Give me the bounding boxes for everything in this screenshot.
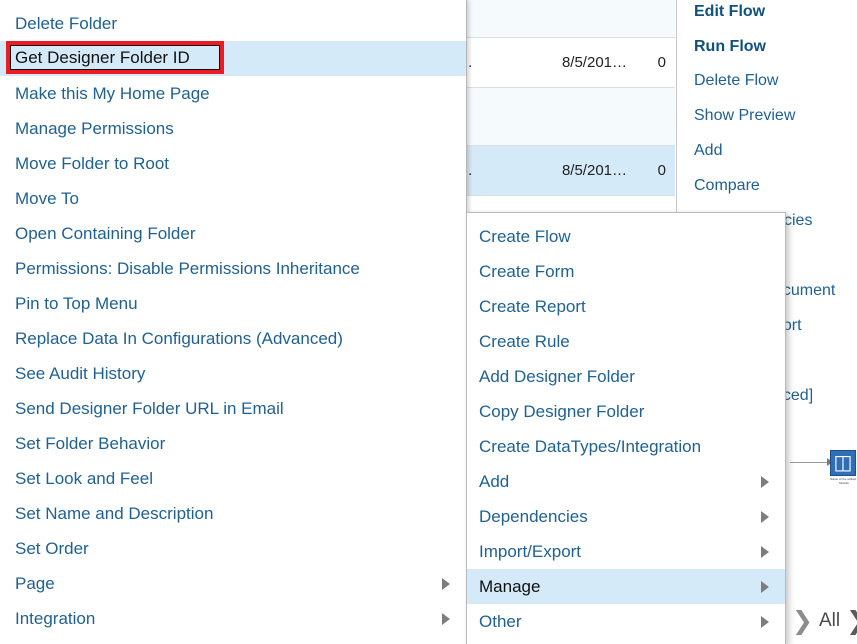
table-row[interactable] xyxy=(460,0,675,38)
annotated-menu-item-label: Get Designer Folder ID xyxy=(15,48,190,67)
menu-item-label: Permissions: Disable Permissions Inherit… xyxy=(15,258,360,278)
cube-icon: ◫ Name of the artifact / Module xyxy=(830,450,857,485)
flow-action-clipped[interactable]: cies xyxy=(784,212,812,230)
menu-item-dependencies[interactable]: Dependencies xyxy=(467,499,785,534)
menu-item-page[interactable]: Page xyxy=(0,566,466,601)
flow-action-add[interactable]: Add xyxy=(694,142,722,160)
submenu-arrow-icon xyxy=(442,577,450,590)
menu-item-send-designer-folder-url-in-email[interactable]: Send Designer Folder URL in Email xyxy=(0,391,466,426)
diagram-connector-line xyxy=(790,462,830,463)
menu-item-label: Manage xyxy=(479,576,541,596)
menu-item-set-folder-behavior[interactable]: Set Folder Behavior xyxy=(0,426,466,461)
menu-item-label: Copy Designer Folder xyxy=(479,401,645,421)
submenu-arrow-icon xyxy=(761,615,769,628)
pager-all-label[interactable]: All xyxy=(819,610,840,632)
menu-item-permissions-disable-permissions-inheritance[interactable]: Permissions: Disable Permissions Inherit… xyxy=(0,251,466,286)
flow-action-run-flow[interactable]: Run Flow xyxy=(694,38,766,56)
menu-item-label: Integration xyxy=(15,608,96,628)
menu-item-label: Move To xyxy=(15,188,79,208)
menu-item-set-name-and-description[interactable]: Set Name and Description xyxy=(0,496,466,531)
menu-item-make-this-my-home-page[interactable]: Make this My Home Page xyxy=(0,76,466,111)
menu-item-label: Create Form xyxy=(479,261,575,281)
menu-item-label: Set Look and Feel xyxy=(15,468,153,488)
menu-item-label: Add Designer Folder xyxy=(479,366,635,386)
menu-item-create-form[interactable]: Create Form xyxy=(467,254,785,289)
menu-item-label: Set Name and Description xyxy=(15,503,214,523)
cell-count: 0 xyxy=(657,162,666,179)
menu-item-create-flow[interactable]: Create Flow xyxy=(467,219,785,254)
menu-item-label: Delete Folder xyxy=(15,13,118,33)
menu-item-label: Create DataTypes/Integration xyxy=(479,436,702,456)
menu-item-manage[interactable]: Manage xyxy=(467,569,785,604)
chevron-right-icon[interactable]: ❯ xyxy=(792,608,813,633)
flow-action-compare[interactable]: Compare xyxy=(694,177,760,195)
menu-item-delete-folder[interactable]: Delete Folder xyxy=(0,6,466,41)
menu-item-label: Replace Data In Configurations (Advanced… xyxy=(15,328,343,348)
pager[interactable]: ❯ All ❯ xyxy=(792,608,857,633)
menu-item-add-designer-folder[interactable]: Add Designer Folder xyxy=(467,359,785,394)
menu-item-label: Create Rule xyxy=(479,331,570,351)
flow-action-show-preview[interactable]: Show Preview xyxy=(694,107,795,125)
cell-count: 0 xyxy=(657,54,666,71)
flow-action-edit-flow[interactable]: Edit Flow xyxy=(694,3,765,21)
menu-item-label: Move Folder to Root xyxy=(15,153,170,173)
cell-date: 8/5/201… xyxy=(561,162,627,179)
menu-item-set-look-and-feel[interactable]: Set Look and Feel xyxy=(0,461,466,496)
menu-item-import-export[interactable]: Import/Export xyxy=(467,534,785,569)
menu-item-label: Manage Permissions xyxy=(15,118,174,138)
menu-item-label: Make this My Home Page xyxy=(15,83,210,103)
submenu-arrow-icon xyxy=(761,545,769,558)
cube-glyph: ◫ xyxy=(833,452,853,474)
menu-item-replace-data-in-configurations-advanced[interactable]: Replace Data In Configurations (Advanced… xyxy=(0,321,466,356)
menu-item-see-audit-history[interactable]: See Audit History xyxy=(0,356,466,391)
menu-item-copy-designer-folder[interactable]: Copy Designer Folder xyxy=(467,394,785,429)
table-row[interactable] xyxy=(460,88,675,146)
menu-item-move-to[interactable]: Move To xyxy=(0,181,466,216)
submenu-arrow-icon xyxy=(761,475,769,488)
menu-item-label: See Audit History xyxy=(15,363,146,383)
data-grid: .. 8/5/201… 0.. 8/5/201… 0 xyxy=(460,0,675,215)
cell-date: 8/5/201… xyxy=(561,54,627,71)
menu-item-label: Create Report xyxy=(479,296,586,316)
menu-item-label: Open Containing Folder xyxy=(15,223,196,243)
cube-icon-caption: Name of the artifact / Module xyxy=(830,477,857,485)
menu-item-add[interactable]: Add xyxy=(467,464,785,499)
menu-item-label: Import/Export xyxy=(479,541,582,561)
menu-item-create-report[interactable]: Create Report xyxy=(467,289,785,324)
menu-item-label: Add xyxy=(479,471,510,491)
panel-divider xyxy=(676,0,677,212)
submenu-arrow-icon xyxy=(761,580,769,593)
menu-item-label: Dependencies xyxy=(479,506,588,526)
menu-item-label: Set Order xyxy=(15,538,89,558)
menu-item-manage-permissions[interactable]: Manage Permissions xyxy=(0,111,466,146)
menu-item-integration[interactable]: Integration xyxy=(0,601,466,636)
menu-item-move-folder-to-root[interactable]: Move Folder to Root xyxy=(0,146,466,181)
menu-item-label: Other xyxy=(479,611,522,631)
menu-item-label: Send Designer Folder URL in Email xyxy=(15,398,284,418)
cube-icon-box: ◫ xyxy=(830,450,856,476)
menu-item-pin-to-top-menu[interactable]: Pin to Top Menu xyxy=(0,286,466,321)
menu-item-open-containing-folder[interactable]: Open Containing Folder xyxy=(0,216,466,251)
menu-item-label: Set Folder Behavior xyxy=(15,433,166,453)
menu-item-set-order[interactable]: Set Order xyxy=(0,531,466,566)
designer-folder-context-menu[interactable]: Delete Folder Make this My Home Page Manag… xyxy=(0,0,467,644)
submenu-arrow-icon xyxy=(442,612,450,625)
menu-item-other[interactable]: Other xyxy=(467,604,785,639)
menu-item-create-datatypes-integration[interactable]: Create DataTypes/Integration xyxy=(467,429,785,464)
menu-item-label: Create Flow xyxy=(479,226,571,246)
submenu-arrow-icon xyxy=(761,510,769,523)
chevron-right-icon-next[interactable]: ❯ xyxy=(846,608,857,633)
menu-item-label: Page xyxy=(15,573,55,593)
menu-item-create-rule[interactable]: Create Rule xyxy=(467,324,785,359)
table-row[interactable]: .. 8/5/201… 0 xyxy=(460,146,675,196)
menu-item-label: Pin to Top Menu xyxy=(15,293,138,313)
designer-folder-create-submenu[interactable]: Create Flow Create Form Create Report Creat… xyxy=(466,212,786,644)
flow-action-delete-flow[interactable]: Delete Flow xyxy=(694,72,778,90)
table-row[interactable]: .. 8/5/201… 0 xyxy=(460,38,675,88)
